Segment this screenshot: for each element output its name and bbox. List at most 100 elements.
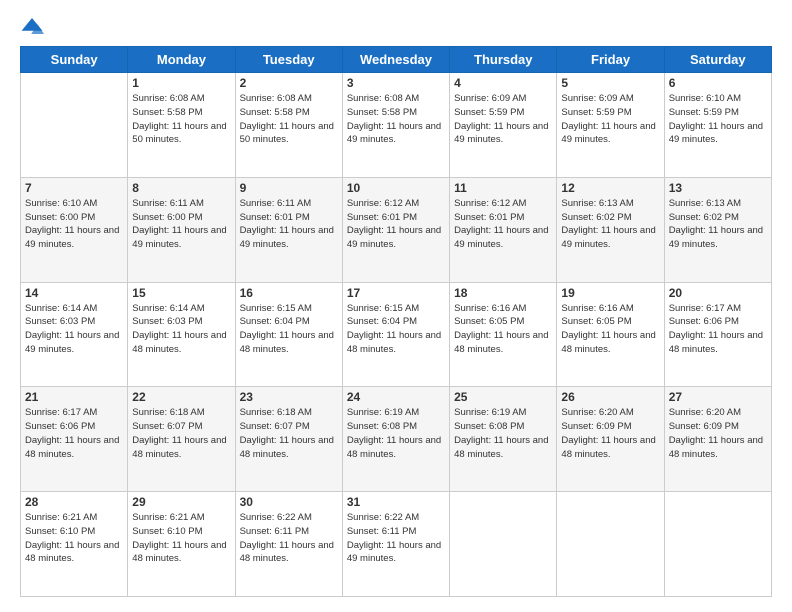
calendar-cell: 28Sunrise: 6:21 AMSunset: 6:10 PMDayligh… <box>21 492 128 597</box>
calendar-week-5: 28 Sunrise: 6:21 AMSunset: 6:10 PMDayligh… <box>21 492 772 597</box>
calendar-cell: 18Sunrise: 6:16 AMSunset: 6:05 PMDayligh… <box>450 282 557 387</box>
calendar-cell: 17 Sunrise: 6:15 AMSunset: 6:04 PMDayligh… <box>342 282 449 387</box>
calendar-cell: 23 Sunrise: 6:18 AMSunset: 6:07 PMDayligh… <box>235 387 342 492</box>
cell-info: Sunrise: 6:19 AMSunset: 6:08 PMDaylight:… <box>454 406 552 461</box>
cell-info: Sunrise: 6:22 AMSunset: 6:11 PMDaylight:… <box>347 511 445 566</box>
header <box>20 15 772 36</box>
calendar-cell: 16 Sunrise: 6:15 AMSunset: 6:04 PMDayligh… <box>235 282 342 387</box>
calendar-cell: 4 Sunrise: 6:09 AMSunset: 5:59 PMDaylight… <box>450 73 557 178</box>
cell-info: Sunrise: 6:21 AMSunset: 6:10 PMDaylight:… <box>132 511 230 566</box>
day-number: 6 <box>669 76 767 90</box>
day-number: 17 <box>347 286 445 300</box>
cell-info: Sunrise: 6:11 AMSunset: 6:00 PMDaylight:… <box>132 197 230 252</box>
calendar-cell: 5 Sunrise: 6:09 AMSunset: 5:59 PMDaylight… <box>557 73 664 178</box>
calendar-cell: 2 Sunrise: 6:08 AMSunset: 5:58 PMDaylight… <box>235 73 342 178</box>
cell-info: Sunrise: 6:20 AMSunset: 6:09 PMDaylight:… <box>561 406 659 461</box>
logo-icon <box>20 16 44 36</box>
day-number: 5 <box>561 76 659 90</box>
cell-info: Sunrise: 6:16 AMSunset: 6:05 PMDaylight:… <box>561 302 659 357</box>
day-number: 3 <box>347 76 445 90</box>
col-header-monday: Monday <box>128 47 235 73</box>
day-number: 2 <box>240 76 338 90</box>
day-number: 26 <box>561 390 659 404</box>
calendar-week-1: 1 Sunrise: 6:08 AMSunset: 5:58 PMDaylight… <box>21 73 772 178</box>
calendar-cell: 20Sunrise: 6:17 AMSunset: 6:06 PMDayligh… <box>664 282 771 387</box>
calendar-cell: 3 Sunrise: 6:08 AMSunset: 5:58 PMDaylight… <box>342 73 449 178</box>
cell-info: Sunrise: 6:18 AMSunset: 6:07 PMDaylight:… <box>132 406 230 461</box>
day-number: 14 <box>25 286 123 300</box>
col-header-saturday: Saturday <box>664 47 771 73</box>
day-number: 24 <box>347 390 445 404</box>
cell-info: Sunrise: 6:10 AMSunset: 6:00 PMDaylight:… <box>25 197 123 252</box>
calendar-cell: 9 Sunrise: 6:11 AMSunset: 6:01 PMDaylight… <box>235 177 342 282</box>
calendar-cell: 12 Sunrise: 6:13 AMSunset: 6:02 PMDayligh… <box>557 177 664 282</box>
logo <box>20 15 48 36</box>
calendar-cell: 31 Sunrise: 6:22 AMSunset: 6:11 PMDayligh… <box>342 492 449 597</box>
day-number: 1 <box>132 76 230 90</box>
day-number: 11 <box>454 181 552 195</box>
cell-info: Sunrise: 6:18 AMSunset: 6:07 PMDaylight:… <box>240 406 338 461</box>
day-number: 10 <box>347 181 445 195</box>
day-number: 12 <box>561 181 659 195</box>
calendar-cell: 7 Sunrise: 6:10 AMSunset: 6:00 PMDaylight… <box>21 177 128 282</box>
calendar-week-2: 7 Sunrise: 6:10 AMSunset: 6:00 PMDaylight… <box>21 177 772 282</box>
col-header-tuesday: Tuesday <box>235 47 342 73</box>
calendar-cell: 6 Sunrise: 6:10 AMSunset: 5:59 PMDaylight… <box>664 73 771 178</box>
col-header-thursday: Thursday <box>450 47 557 73</box>
cell-info: Sunrise: 6:08 AMSunset: 5:58 PMDaylight:… <box>347 92 445 147</box>
cell-info: Sunrise: 6:13 AMSunset: 6:02 PMDaylight:… <box>561 197 659 252</box>
cell-info: Sunrise: 6:09 AMSunset: 5:59 PMDaylight:… <box>454 92 552 147</box>
calendar-week-4: 21 Sunrise: 6:17 AMSunset: 6:06 PMDayligh… <box>21 387 772 492</box>
cell-info: Sunrise: 6:14 AMSunset: 6:03 PMDaylight:… <box>132 302 230 357</box>
cell-info: Sunrise: 6:10 AMSunset: 5:59 PMDaylight:… <box>669 92 767 147</box>
cell-info: Sunrise: 6:11 AMSunset: 6:01 PMDaylight:… <box>240 197 338 252</box>
day-number: 21 <box>25 390 123 404</box>
cell-info: Sunrise: 6:12 AMSunset: 6:01 PMDaylight:… <box>347 197 445 252</box>
calendar-cell: 10 Sunrise: 6:12 AMSunset: 6:01 PMDayligh… <box>342 177 449 282</box>
day-number: 16 <box>240 286 338 300</box>
calendar-cell: 13 Sunrise: 6:13 AMSunset: 6:02 PMDayligh… <box>664 177 771 282</box>
calendar-cell: 25 Sunrise: 6:19 AMSunset: 6:08 PMDayligh… <box>450 387 557 492</box>
day-number: 13 <box>669 181 767 195</box>
day-number: 15 <box>132 286 230 300</box>
cell-info: Sunrise: 6:13 AMSunset: 6:02 PMDaylight:… <box>669 197 767 252</box>
day-number: 31 <box>347 495 445 509</box>
col-header-wednesday: Wednesday <box>342 47 449 73</box>
col-header-friday: Friday <box>557 47 664 73</box>
calendar-header-row: SundayMondayTuesdayWednesdayThursdayFrid… <box>21 47 772 73</box>
calendar-cell: 15 Sunrise: 6:14 AMSunset: 6:03 PMDayligh… <box>128 282 235 387</box>
calendar-cell: 8Sunrise: 6:11 AMSunset: 6:00 PMDaylight… <box>128 177 235 282</box>
calendar-table: SundayMondayTuesdayWednesdayThursdayFrid… <box>20 46 772 597</box>
cell-info: Sunrise: 6:19 AMSunset: 6:08 PMDaylight:… <box>347 406 445 461</box>
day-number: 20 <box>669 286 767 300</box>
day-number: 7 <box>25 181 123 195</box>
day-number: 9 <box>240 181 338 195</box>
calendar-cell: 26 Sunrise: 6:20 AMSunset: 6:09 PMDayligh… <box>557 387 664 492</box>
calendar-cell: 27 Sunrise: 6:20 AMSunset: 6:09 PMDayligh… <box>664 387 771 492</box>
cell-info: Sunrise: 6:16 AMSunset: 6:05 PMDaylight:… <box>454 302 552 357</box>
day-number: 29 <box>132 495 230 509</box>
cell-info: Sunrise: 6:15 AMSunset: 6:04 PMDaylight:… <box>240 302 338 357</box>
day-number: 28 <box>25 495 123 509</box>
day-number: 25 <box>454 390 552 404</box>
calendar-cell: 14Sunrise: 6:14 AMSunset: 6:03 PMDayligh… <box>21 282 128 387</box>
calendar-cell: 29 Sunrise: 6:21 AMSunset: 6:10 PMDayligh… <box>128 492 235 597</box>
day-number: 23 <box>240 390 338 404</box>
day-number: 22 <box>132 390 230 404</box>
calendar-cell: 21 Sunrise: 6:17 AMSunset: 6:06 PMDayligh… <box>21 387 128 492</box>
cell-info: Sunrise: 6:15 AMSunset: 6:04 PMDaylight:… <box>347 302 445 357</box>
cell-info: Sunrise: 6:17 AMSunset: 6:06 PMDaylight:… <box>25 406 123 461</box>
col-header-sunday: Sunday <box>21 47 128 73</box>
calendar-cell: 30Sunrise: 6:22 AMSunset: 6:11 PMDayligh… <box>235 492 342 597</box>
calendar-week-3: 14 Sunrise: 6:14 AMSunset: 6:03 PMDayligh… <box>21 282 772 387</box>
calendar-cell <box>21 73 128 178</box>
day-number: 4 <box>454 76 552 90</box>
calendar-cell: 1Sunrise: 6:08 AMSunset: 5:58 PMDaylight… <box>128 73 235 178</box>
page: SundayMondayTuesdayWednesdayThursdayFrid… <box>0 0 792 612</box>
day-number: 27 <box>669 390 767 404</box>
cell-info: Sunrise: 6:20 AMSunset: 6:09 PMDaylight:… <box>669 406 767 461</box>
calendar-cell <box>450 492 557 597</box>
calendar-cell: 24 Sunrise: 6:19 AMSunset: 6:08 PMDayligh… <box>342 387 449 492</box>
cell-info: Sunrise: 6:08 AMSunset: 5:58 PMDaylight:… <box>240 92 338 147</box>
cell-info: Sunrise: 6:09 AMSunset: 5:59 PMDaylight:… <box>561 92 659 147</box>
